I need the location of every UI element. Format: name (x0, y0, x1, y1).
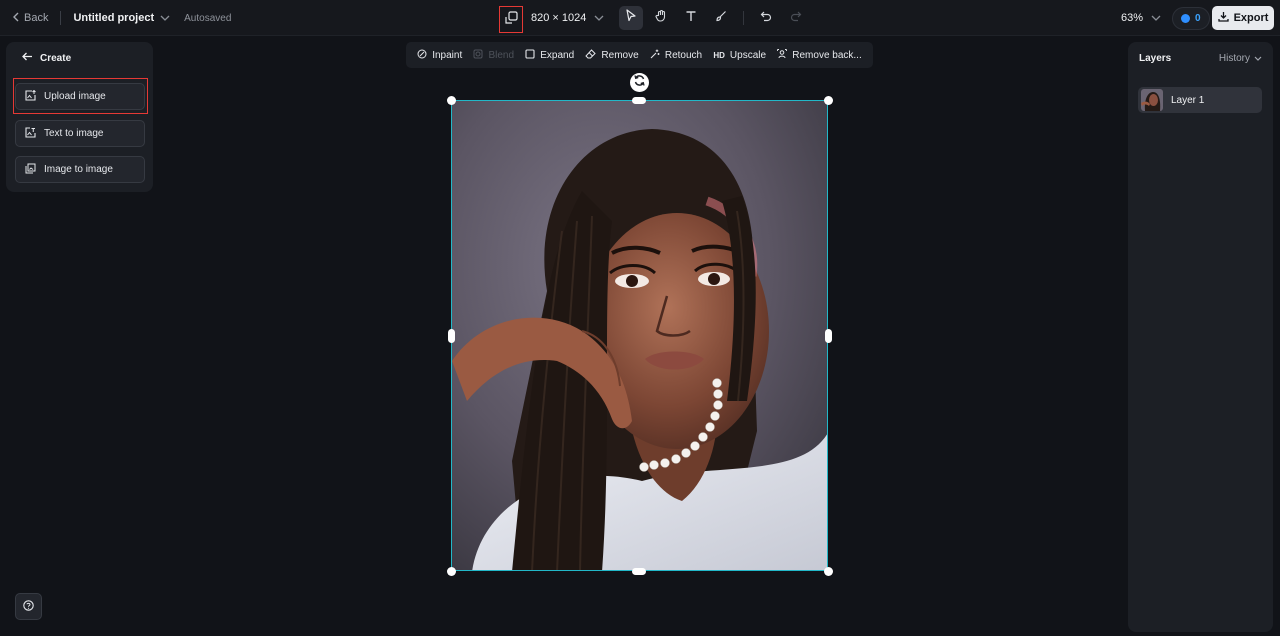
redo-button[interactable] (784, 6, 808, 30)
back-label: Back (24, 12, 49, 24)
canvas-size: 820 × 1024 (531, 12, 587, 24)
retouch-button[interactable]: Retouch (650, 49, 702, 62)
chevron-left-icon (12, 12, 20, 25)
layer-thumbnail (1141, 89, 1163, 111)
zoom-level: 63% (1121, 12, 1144, 24)
upscale-button[interactable]: HD Upscale (713, 50, 766, 61)
canvas-image[interactable] (451, 100, 828, 571)
frame-icon (504, 10, 518, 29)
upload-image-highlight (13, 78, 148, 114)
text-to-image-button[interactable]: Text to image (15, 120, 145, 147)
create-panel-title: Create (40, 52, 72, 64)
chevron-down-icon (160, 12, 170, 24)
save-status: Autosaved (184, 12, 232, 24)
resize-handle-top-right[interactable] (824, 96, 833, 105)
remove-background-button[interactable]: Remove back... (777, 48, 862, 62)
credits-count: 0 (1195, 13, 1201, 24)
help-icon (23, 598, 34, 616)
create-panel-header[interactable]: Create (22, 52, 71, 64)
text-icon (685, 9, 697, 27)
expand-label: Expand (540, 49, 575, 61)
top-bar: Back Untitled project Autosaved 820 × 10… (0, 0, 1280, 36)
resize-handle-top-left[interactable] (447, 96, 456, 105)
remove-background-icon (777, 48, 788, 62)
chevron-down-icon (1151, 12, 1161, 24)
help-button[interactable] (15, 593, 42, 620)
blend-label: Blend (488, 49, 515, 61)
top-bar-left: Back Untitled project Autosaved (12, 0, 231, 36)
history-tab[interactable]: History (1219, 53, 1262, 64)
undo-button[interactable] (754, 6, 778, 30)
arrow-left-icon (22, 52, 33, 64)
chevron-down-icon (1254, 53, 1262, 64)
tool-group (619, 6, 808, 30)
canvas-size-dropdown[interactable]: 820 × 1024 (531, 0, 604, 36)
brush-icon (715, 9, 727, 27)
upscale-label: Upscale (729, 49, 767, 61)
image-to-image-icon (25, 163, 36, 177)
blend-icon (473, 49, 483, 62)
project-name: Untitled project (73, 12, 155, 24)
inpaint-icon (417, 49, 427, 62)
resize-handle-bottom[interactable] (632, 568, 646, 575)
image-to-image-label: Image to image (44, 164, 113, 175)
resize-handle-right[interactable] (825, 329, 832, 343)
layers-tab[interactable]: Layers (1139, 53, 1171, 64)
remove-background-label: Remove back... (792, 49, 862, 61)
layer-item[interactable]: Layer 1 (1138, 87, 1262, 113)
divider (60, 11, 62, 25)
edit-toolbar: Inpaint Blend Expand Remove Retouch HD U… (406, 42, 873, 68)
chevron-down-icon (594, 12, 604, 24)
credits-badge[interactable]: 0 (1172, 7, 1210, 30)
hand-tool-button[interactable] (649, 6, 673, 30)
expand-icon (525, 48, 535, 62)
text-tool-button[interactable] (679, 6, 703, 30)
inpaint-button[interactable]: Inpaint (417, 49, 462, 62)
brush-tool-button[interactable] (709, 6, 733, 30)
export-label: Export (1233, 12, 1269, 24)
back-button[interactable]: Back (12, 12, 48, 25)
resize-handle-left[interactable] (448, 329, 455, 343)
divider (743, 11, 744, 25)
resize-handle-bottom-right[interactable] (824, 567, 833, 576)
image-to-image-button[interactable]: Image to image (15, 156, 145, 183)
download-icon (1217, 11, 1229, 25)
history-label: History (1218, 53, 1250, 64)
zoom-dropdown[interactable]: 63% (1121, 0, 1161, 36)
portrait-photo (452, 101, 827, 570)
remove-button[interactable]: Remove (585, 48, 639, 62)
create-panel: Create Upload image Text to image Image … (6, 42, 153, 192)
text-to-image-label: Text to image (44, 128, 104, 139)
rotate-handle[interactable] (630, 73, 649, 92)
select-tool-button[interactable] (619, 6, 643, 30)
retouch-label: Retouch (664, 49, 703, 61)
redo-icon (790, 9, 802, 27)
expand-button[interactable]: Expand (525, 48, 575, 62)
cursor-icon (625, 9, 637, 27)
inpaint-label: Inpaint (432, 49, 463, 61)
hand-icon (655, 9, 668, 27)
project-name-dropdown[interactable]: Untitled project (73, 12, 170, 24)
hd-icon: HD (713, 50, 725, 60)
rotate-icon (633, 74, 646, 92)
frame-tool-button[interactable] (499, 6, 523, 33)
credit-coin-icon (1181, 14, 1190, 23)
layers-panel-header: Layers History (1139, 53, 1262, 64)
remove-label: Remove (601, 49, 639, 61)
blend-button[interactable]: Blend (473, 49, 514, 62)
retouch-icon (650, 49, 660, 62)
layer-name: Layer 1 (1171, 94, 1205, 106)
text-to-image-icon (25, 126, 36, 141)
resize-handle-top[interactable] (632, 97, 646, 104)
resize-handle-bottom-left[interactable] (447, 567, 456, 576)
eraser-icon (585, 48, 597, 62)
undo-icon (760, 9, 772, 27)
export-button[interactable]: Export (1212, 6, 1274, 30)
layers-panel: Layers History Layer 1 (1128, 42, 1273, 632)
